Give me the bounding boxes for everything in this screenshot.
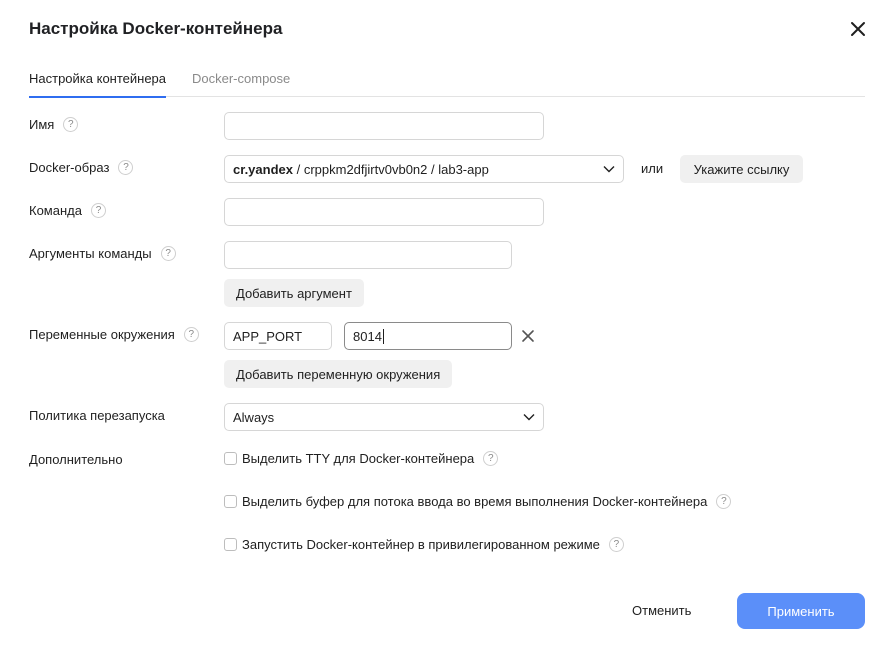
help-icon[interactable]: ?	[63, 117, 79, 132]
restart-label: Политика перезапуска	[29, 408, 165, 423]
privileged-label: Запустить Docker-контейнер в привилегиро…	[242, 537, 600, 552]
privileged-checkbox[interactable]	[224, 538, 237, 551]
args-label: Аргументы команды	[29, 246, 152, 261]
image-path: / crppkm2dfjirtv0vb0n2 / lab3-app	[293, 161, 489, 177]
tab-container-settings[interactable]: Настройка контейнера	[29, 71, 167, 98]
cancel-button[interactable]: Отменить	[632, 603, 691, 618]
name-label: Имя	[29, 117, 55, 132]
env-value-input[interactable]: 8014	[344, 322, 512, 350]
remove-env-icon[interactable]	[521, 329, 535, 343]
or-text: или	[641, 161, 664, 176]
add-env-button[interactable]: Добавить переменную окружения	[224, 360, 453, 388]
help-icon[interactable]: ?	[90, 203, 106, 218]
chevron-down-icon	[603, 166, 615, 173]
env-label: Переменные окружения	[29, 327, 175, 342]
tty-option: Выделить TTY для Docker-контейнера ?	[224, 451, 499, 466]
dialog-title: Настройка Docker-контейнера	[29, 19, 283, 38]
add-argument-button[interactable]: Добавить аргумент	[224, 279, 364, 307]
args-input[interactable]	[224, 241, 512, 269]
stdin-option: Выделить буфер для потока ввода во время…	[224, 494, 732, 509]
env-label-row: Переменные окружения ?	[29, 327, 199, 342]
stdin-label: Выделить буфер для потока ввода во время…	[242, 494, 708, 509]
tty-label: Выделить TTY для Docker-контейнера	[242, 451, 475, 466]
env-key-input[interactable]: APP_PORT	[224, 322, 332, 350]
text-cursor	[382, 328, 384, 344]
help-icon[interactable]: ?	[118, 160, 134, 175]
help-icon[interactable]: ?	[608, 537, 624, 552]
extra-label-row: Дополнительно	[29, 452, 123, 467]
extra-label: Дополнительно	[29, 452, 123, 467]
command-label: Команда	[29, 203, 82, 218]
name-input[interactable]	[224, 112, 544, 140]
restart-policy-value: Always	[233, 409, 275, 425]
docker-settings-dialog: Настройка Docker-контейнера Настройка ко…	[0, 0, 890, 652]
privileged-option: Запустить Docker-контейнер в привилегиро…	[224, 537, 624, 552]
image-label-row: Docker-образ ?	[29, 160, 134, 175]
stdin-checkbox[interactable]	[224, 495, 237, 508]
apply-button[interactable]: Применить	[737, 593, 865, 629]
tab-bar: Настройка контейнера Docker-compose	[29, 68, 865, 98]
command-label-row: Команда ?	[29, 203, 106, 218]
args-label-row: Аргументы команды ?	[29, 246, 176, 261]
image-registry: cr.yandex	[233, 161, 293, 177]
help-icon[interactable]: ?	[183, 327, 199, 342]
specify-link-button[interactable]: Укажите ссылку	[680, 155, 803, 183]
name-label-row: Имя ?	[29, 117, 79, 132]
chevron-down-icon	[523, 414, 535, 421]
tab-docker-compose[interactable]: Docker-compose	[192, 71, 290, 86]
command-input[interactable]	[224, 198, 544, 226]
docker-image-value: cr.yandex / crppkm2dfjirtv0vb0n2 / lab3-…	[233, 162, 489, 177]
tty-checkbox[interactable]	[224, 452, 237, 465]
help-icon[interactable]: ?	[160, 246, 176, 261]
close-icon[interactable]	[848, 19, 868, 39]
image-label: Docker-образ	[29, 160, 110, 175]
docker-image-select[interactable]: cr.yandex / crppkm2dfjirtv0vb0n2 / lab3-…	[224, 155, 624, 183]
restart-policy-select[interactable]: Always	[224, 403, 544, 431]
restart-label-row: Политика перезапуска	[29, 408, 165, 423]
help-icon[interactable]: ?	[483, 451, 499, 466]
help-icon[interactable]: ?	[716, 494, 732, 509]
env-value-text: 8014	[353, 328, 382, 344]
